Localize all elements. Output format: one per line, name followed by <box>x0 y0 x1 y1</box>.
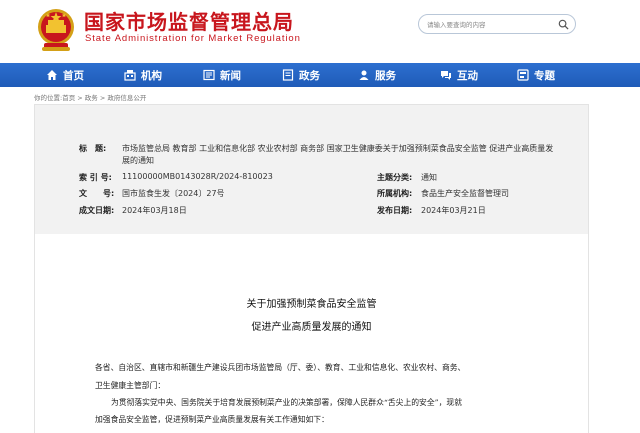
nav-item-news[interactable]: 新闻 <box>203 63 241 87</box>
site-title[interactable]: 国家市场监督管理总局 <box>84 6 294 35</box>
meta-created-label: 成文日期: <box>79 206 115 215</box>
document-title-line2: 促进产业高质量发展的通知 <box>251 322 372 333</box>
nav-item-org[interactable]: 机构 <box>124 63 162 87</box>
nav-label: 互动 <box>457 69 478 82</box>
breadcrumb-link-info[interactable]: 政府信息公开 <box>107 94 146 102</box>
search-icon[interactable] <box>558 19 569 30</box>
meta-title-value: 市场监管总局 教育部 工业和信息化部 农业农村部 商务部 国家卫生健康委关于加强… <box>122 144 554 165</box>
breadcrumb-separator: > <box>97 94 108 102</box>
search-box[interactable] <box>418 14 576 34</box>
nav-label: 专题 <box>534 69 555 82</box>
breadcrumb-link-gov[interactable]: 政务 <box>85 94 98 102</box>
meta-index-label: 索 引 号: <box>79 173 112 182</box>
meta-created-value: 2024年03月18日 <box>122 206 187 215</box>
topic-icon <box>517 69 529 81</box>
nav-item-gov[interactable]: 政务 <box>282 63 320 87</box>
nav-label: 新闻 <box>220 69 241 82</box>
document-addressee-line1: 各省、自治区、直辖市和新疆生产建设兵团市场监管局（厅、委）、教育、工业和信息化、… <box>95 363 466 372</box>
gov-icon <box>282 69 294 81</box>
document-paragraph-line1: 为贯彻落实党中央、国务院关于培育发展预制菜产业的决策部署，保障人民群众“舌尖上的… <box>111 398 463 407</box>
document-addressee-line2: 卫生健康主管部门： <box>95 381 166 390</box>
document-paragraph-line2: 加强食品安全监管，促进预制菜产业高质量发展有关工作通知如下： <box>95 415 329 424</box>
meta-docno-value: 国市监食生发〔2024〕27号 <box>122 189 225 198</box>
meta-topic-label: 主题分类: <box>377 173 413 182</box>
nav-label: 服务 <box>375 69 396 82</box>
nav-label: 政务 <box>299 69 320 82</box>
nav-item-service[interactable]: 服务 <box>358 63 396 87</box>
home-icon <box>47 70 57 80</box>
article-container: 标 题: 市场监管总局 教育部 工业和信息化部 农业农村部 商务部 国家卫生健康… <box>34 104 589 433</box>
meta-published-label: 发布日期: <box>377 206 413 215</box>
interact-icon <box>441 71 451 80</box>
breadcrumb-link-home[interactable]: 首页 <box>62 94 75 102</box>
nav-label: 首页 <box>63 69 84 82</box>
meta-published-value: 2024年03月21日 <box>421 206 486 215</box>
meta-title-label: 标 题: <box>79 144 107 153</box>
nav-item-interact[interactable]: 互动 <box>440 63 478 87</box>
meta-index-value: 11100000MB0143028R/2024-810023 <box>122 172 273 181</box>
breadcrumb-prefix: 你的位置: <box>34 94 63 102</box>
org-icon <box>124 70 136 81</box>
site-subtitle: State Administration for Market Regulati… <box>85 33 301 44</box>
news-icon <box>203 69 215 81</box>
meta-org-label: 所属机构: <box>377 189 413 198</box>
site-header: 国家市场监督管理总局 State Administration for Mark… <box>0 0 640 63</box>
main-nav: 首页 机构 新闻 政务 服务 互动 专题 <box>0 63 640 87</box>
nav-item-topic[interactable]: 专题 <box>517 63 555 87</box>
document-metadata: 标 题: 市场监管总局 教育部 工业和信息化部 农业农村部 商务部 国家卫生健康… <box>35 105 588 234</box>
meta-topic-value: 通知 <box>421 173 437 182</box>
meta-org-value: 食品生产安全监督管理司 <box>421 189 509 198</box>
service-icon <box>359 70 369 80</box>
nav-item-home[interactable]: 首页 <box>46 63 84 87</box>
document-title-line1: 关于加强预制菜食品安全监管 <box>246 299 377 310</box>
search-input[interactable] <box>427 18 555 31</box>
nav-label: 机构 <box>141 69 162 82</box>
meta-docno-label: 文 号: <box>79 189 115 198</box>
breadcrumb-separator: > <box>75 94 85 102</box>
breadcrumb: 你的位置:首页 > 政务 > 政府信息公开 <box>34 92 146 102</box>
national-emblem-icon[interactable] <box>36 7 76 53</box>
